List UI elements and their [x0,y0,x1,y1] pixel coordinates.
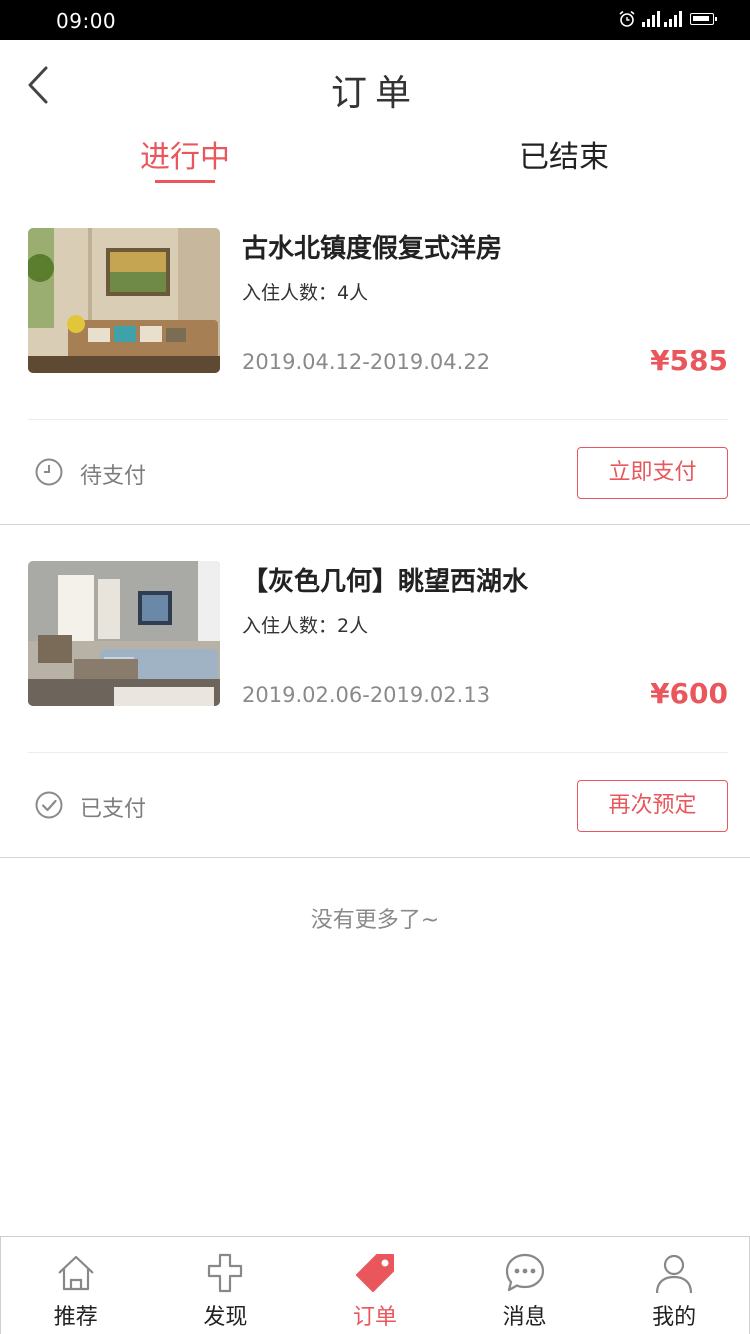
end-of-list-text: 没有更多了~ [310,908,440,933]
tag-icon [355,1254,394,1292]
chat-icon [505,1253,544,1292]
guest-count: 入住人数：2人 [242,615,369,637]
nav-item-orders[interactable]: 订单 [300,1237,450,1334]
check-circle-icon [35,791,63,819]
order-footer: 已支付 再次预定 [28,753,728,857]
listing-photo[interactable] [28,561,220,706]
order-price: ¥585 [650,344,728,377]
nav-label: 订单 [352,1305,397,1330]
tab-bar: 进行中 已结束 [0,132,750,192]
payment-status: 待支付 [80,464,147,489]
order-summary[interactable]: 【灰色几何】眺望西湖水 入住人数：2人 2019.02.06-2019.02.1… [28,561,728,753]
page-title: 订单 [330,73,419,114]
order-price: ¥600 [650,677,728,710]
status-time: 09:00 [56,9,117,33]
guest-count: 入住人数：4人 [242,282,369,304]
alarm-icon [619,10,635,27]
order-card: 【灰色几何】眺望西湖水 入住人数：2人 2019.02.06-2019.02.1… [0,525,750,858]
nav-label: 推荐 [53,1305,98,1330]
nav-item-recommend[interactable]: 推荐 [1,1237,151,1334]
bottom-nav: 推荐 发现 订单 消息 我的 [0,1236,750,1334]
book-again-button[interactable]: 再次预定 [577,780,728,832]
battery-icon [690,13,717,25]
status-indicators [618,10,717,28]
nav-label: 发现 [203,1305,248,1330]
order-title: 【灰色几何】眺望西湖水 [242,567,529,597]
nav-label: 消息 [502,1305,547,1330]
nav-label: 我的 [652,1305,697,1330]
tab-in-progress[interactable]: 进行中 [140,132,230,183]
active-tab-indicator [155,180,215,183]
signal-icon [642,11,682,27]
order-card: 古水北镇度假复式洋房 入住人数：4人 2019.04.12-2019.04.22… [0,192,750,525]
payment-status: 已支付 [80,797,147,822]
stay-dates: 2019.04.12-2019.04.22 [242,350,491,374]
order-title: 古水北镇度假复式洋房 [242,234,503,264]
header: 订单 [0,40,750,132]
nav-item-messages[interactable]: 消息 [450,1237,600,1334]
user-icon [656,1254,693,1294]
stay-dates: 2019.02.06-2019.02.13 [242,683,491,707]
tab-ended[interactable]: 已结束 [519,132,609,176]
pay-now-button[interactable]: 立即支付 [577,447,728,499]
clock-icon [35,458,63,486]
home-icon [58,1255,94,1291]
order-summary[interactable]: 古水北镇度假复式洋房 入住人数：4人 2019.04.12-2019.04.22… [28,228,728,420]
tab-in-progress-label: 进行中 [140,140,230,175]
nav-item-discover[interactable]: 发现 [151,1237,301,1334]
cross-icon [208,1253,243,1293]
tab-ended-label: 已结束 [519,140,609,175]
status-bar: 09:00 [0,0,750,40]
listing-photo[interactable] [28,228,220,373]
nav-item-profile[interactable]: 我的 [599,1237,749,1334]
order-footer: 待支付 立即支付 [28,420,728,524]
